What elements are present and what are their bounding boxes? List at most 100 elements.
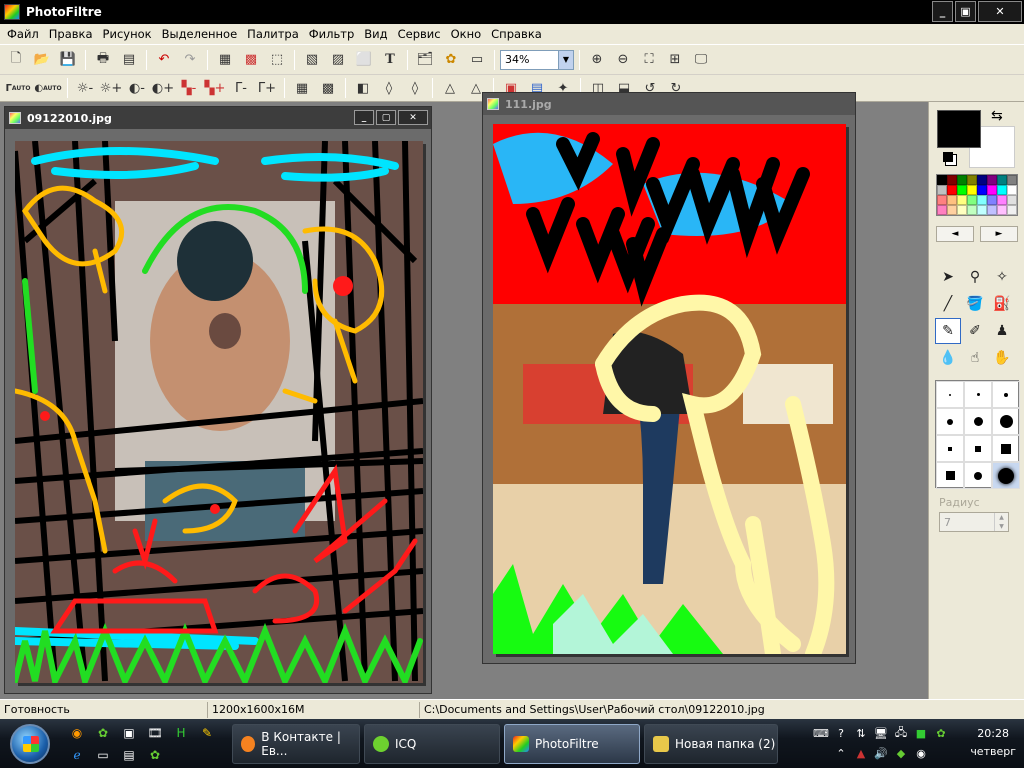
- sharpen-icon[interactable]: ◊: [403, 77, 427, 99]
- tool-icon[interactable]: ✎: [196, 723, 218, 743]
- eyedropper-tool-icon[interactable]: ⚲: [962, 264, 988, 290]
- palette-prev-button[interactable]: ◄: [936, 226, 974, 242]
- task-photofiltre[interactable]: PhotoFiltre: [504, 723, 640, 764]
- contrast-minus-icon[interactable]: ◐-: [125, 77, 149, 99]
- avast-icon[interactable]: ◉: [66, 723, 88, 743]
- document-window-2[interactable]: 111.jpg: [482, 92, 856, 664]
- palette-swatch[interactable]: [987, 185, 997, 195]
- open-folder-icon[interactable]: 📂: [30, 49, 54, 71]
- start-button[interactable]: [0, 719, 60, 768]
- blur-tool-icon[interactable]: 💧: [935, 345, 961, 371]
- menu-file[interactable]: Файл: [2, 27, 44, 41]
- grayscale-icon[interactable]: ▦: [213, 49, 237, 71]
- palette-swatch[interactable]: [977, 205, 987, 215]
- brush-preset[interactable]: [936, 408, 964, 435]
- new-file-icon[interactable]: 🗋: [4, 49, 28, 71]
- palette-swatch[interactable]: [1007, 185, 1017, 195]
- icq-tray-icon[interactable]: ✿: [932, 725, 950, 743]
- keyboard-icon[interactable]: ⌨: [812, 725, 830, 743]
- close-button[interactable]: ✕: [978, 1, 1022, 22]
- antivirus-icon[interactable]: ▲: [852, 745, 870, 763]
- filter-a-icon[interactable]: ▦: [290, 77, 314, 99]
- palette-swatch[interactable]: [957, 175, 967, 185]
- nvidia-icon[interactable]: ◆: [892, 745, 910, 763]
- foreground-color-swatch[interactable]: [937, 110, 981, 148]
- brush-preset[interactable]: [936, 435, 964, 462]
- spray-tool-icon[interactable]: ⛽: [989, 291, 1015, 317]
- brush-preset[interactable]: [964, 408, 992, 435]
- scan-icon[interactable]: ▤: [117, 49, 141, 71]
- palette-swatch[interactable]: [977, 195, 987, 205]
- palette-swatch[interactable]: [997, 175, 1007, 185]
- document-window-1[interactable]: 09122010.jpg _ ▢ ✕: [4, 106, 432, 694]
- icq-icon[interactable]: ✿: [92, 723, 114, 743]
- color-palette[interactable]: [936, 174, 1018, 216]
- magic-wand-tool-icon[interactable]: ✧: [989, 264, 1015, 290]
- task-vkontakte[interactable]: В Контакте | Ев...: [232, 723, 360, 764]
- palette-icon[interactable]: ▩: [239, 49, 263, 71]
- media-icon[interactable]: ▤: [118, 745, 140, 765]
- brightness-minus-icon[interactable]: ☼-: [73, 77, 97, 99]
- arrow-icon[interactable]: ⌃: [832, 745, 850, 763]
- film-icon[interactable]: 🎞: [144, 723, 166, 743]
- palette-swatch[interactable]: [967, 185, 977, 195]
- zoom-in-icon[interactable]: ⊕: [585, 49, 609, 71]
- brush-preset[interactable]: [964, 462, 992, 489]
- gamma-minus-icon[interactable]: Γ-: [229, 77, 253, 99]
- blur-icon[interactable]: ◊: [377, 77, 401, 99]
- doc-maximize-button[interactable]: ▢: [376, 110, 396, 125]
- palette-swatch[interactable]: [937, 175, 947, 185]
- selection-icon[interactable]: ▧: [300, 49, 324, 71]
- volume-icon[interactable]: 🔊: [872, 745, 890, 763]
- menu-window[interactable]: Окно: [446, 27, 487, 41]
- minimize-button[interactable]: _: [932, 1, 953, 22]
- smudge-tool-icon[interactable]: ☝: [962, 345, 988, 371]
- palette-swatch[interactable]: [937, 185, 947, 195]
- clock[interactable]: 20:28 четверг: [970, 725, 1016, 761]
- marquee-icon[interactable]: ⬜: [352, 49, 376, 71]
- palette-next-button[interactable]: ►: [980, 226, 1018, 242]
- task-icq[interactable]: ICQ: [364, 723, 500, 764]
- menu-help[interactable]: Справка: [486, 27, 547, 41]
- menu-filter[interactable]: Фильтр: [304, 27, 360, 41]
- brush-preset-selected[interactable]: [992, 462, 1020, 489]
- transform-icon[interactable]: ⬚: [265, 49, 289, 71]
- palette-swatch[interactable]: [977, 185, 987, 195]
- brush-preset[interactable]: [936, 462, 964, 489]
- wifi-icon[interactable]: ◉: [912, 745, 930, 763]
- palette-swatch[interactable]: [967, 195, 977, 205]
- palette-swatch[interactable]: [947, 185, 957, 195]
- plugin-icon[interactable]: ✿: [439, 49, 463, 71]
- image-canvas-2[interactable]: [493, 124, 846, 654]
- brush-preset[interactable]: [992, 408, 1020, 435]
- actual-size-icon[interactable]: ⊞: [663, 49, 687, 71]
- menu-selection[interactable]: Выделенное: [157, 27, 243, 41]
- palette-swatch[interactable]: [967, 175, 977, 185]
- fit-window-icon[interactable]: ⛶: [637, 49, 661, 71]
- palette-swatch[interactable]: [947, 175, 957, 185]
- palette-swatch[interactable]: [947, 195, 957, 205]
- brush-preset[interactable]: [992, 435, 1020, 462]
- palette-swatch[interactable]: [987, 195, 997, 205]
- gamma-plus-icon[interactable]: Γ+: [255, 77, 279, 99]
- menu-view[interactable]: Вид: [359, 27, 392, 41]
- palette-swatch[interactable]: [1007, 195, 1017, 205]
- desktop-icon[interactable]: ▭: [92, 745, 114, 765]
- contrast-plus-icon[interactable]: ◐+: [151, 77, 175, 99]
- radius-spinner[interactable]: ▲ ▼: [994, 513, 1008, 531]
- triangle-a-icon[interactable]: △: [438, 77, 462, 99]
- pointer-tool-icon[interactable]: ➤: [935, 264, 961, 290]
- task-new-folder[interactable]: Новая папка (2): [644, 723, 778, 764]
- explorer-icon[interactable]: 🗂: [413, 49, 437, 71]
- redo-icon[interactable]: ↷: [178, 49, 202, 71]
- palette-swatch[interactable]: [1007, 205, 1017, 215]
- radius-input[interactable]: 7 ▲ ▼: [939, 512, 1009, 532]
- zoom-out-icon[interactable]: ⊖: [611, 49, 635, 71]
- menu-edit[interactable]: Правка: [44, 27, 98, 41]
- saturation-minus-icon[interactable]: ▚-: [177, 77, 201, 99]
- menu-palette[interactable]: Палитра: [242, 27, 304, 41]
- app-h-icon[interactable]: H: [170, 723, 192, 743]
- brush-preset[interactable]: [992, 381, 1020, 408]
- palette-swatch[interactable]: [937, 205, 947, 215]
- icq-small-icon[interactable]: ✿: [144, 745, 166, 765]
